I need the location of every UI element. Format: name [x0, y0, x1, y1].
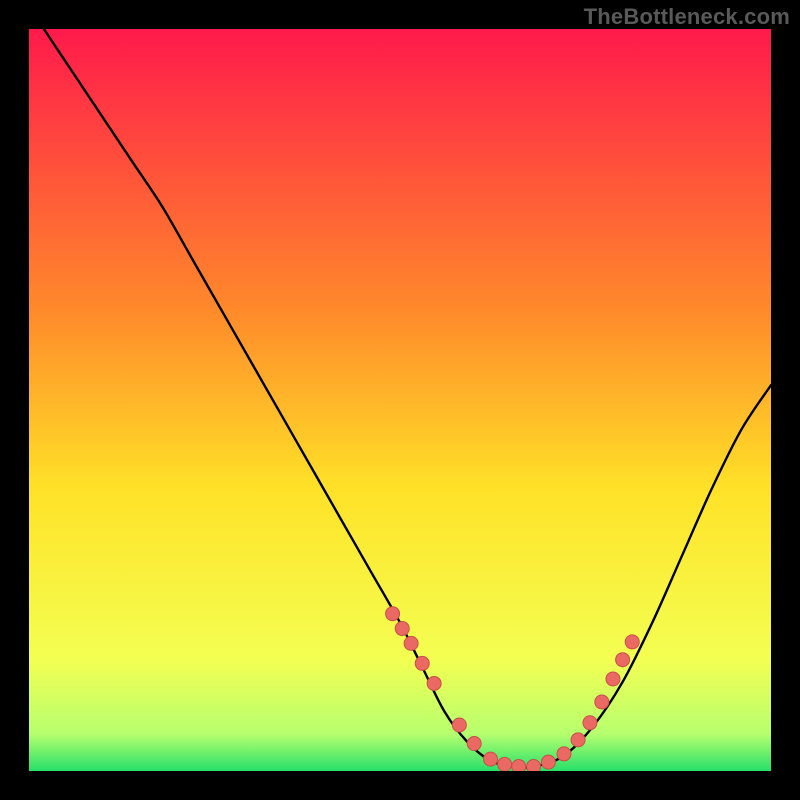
- highlight-dot: [616, 653, 630, 667]
- watermark-text: TheBottleneck.com: [584, 4, 790, 30]
- highlight-dot: [395, 622, 409, 636]
- gradient-background: [29, 29, 771, 771]
- plot-svg: [29, 29, 771, 771]
- highlight-dot: [415, 656, 429, 670]
- highlight-dot: [386, 607, 400, 621]
- highlight-dot: [541, 755, 555, 769]
- highlight-dot: [498, 757, 512, 771]
- highlight-dot: [452, 718, 466, 732]
- highlight-dot: [606, 672, 620, 686]
- chart-stage: TheBottleneck.com: [0, 0, 800, 800]
- highlight-dot: [467, 737, 481, 751]
- highlight-dot: [571, 733, 585, 747]
- highlight-dot: [404, 636, 418, 650]
- highlight-dot: [512, 760, 526, 771]
- highlight-dot: [557, 747, 571, 761]
- highlight-dot: [625, 635, 639, 649]
- highlight-dot: [484, 752, 498, 766]
- highlight-dot: [527, 760, 541, 771]
- highlight-dot: [595, 695, 609, 709]
- plot-area: [29, 29, 771, 771]
- highlight-dot: [427, 676, 441, 690]
- highlight-dot: [583, 716, 597, 730]
